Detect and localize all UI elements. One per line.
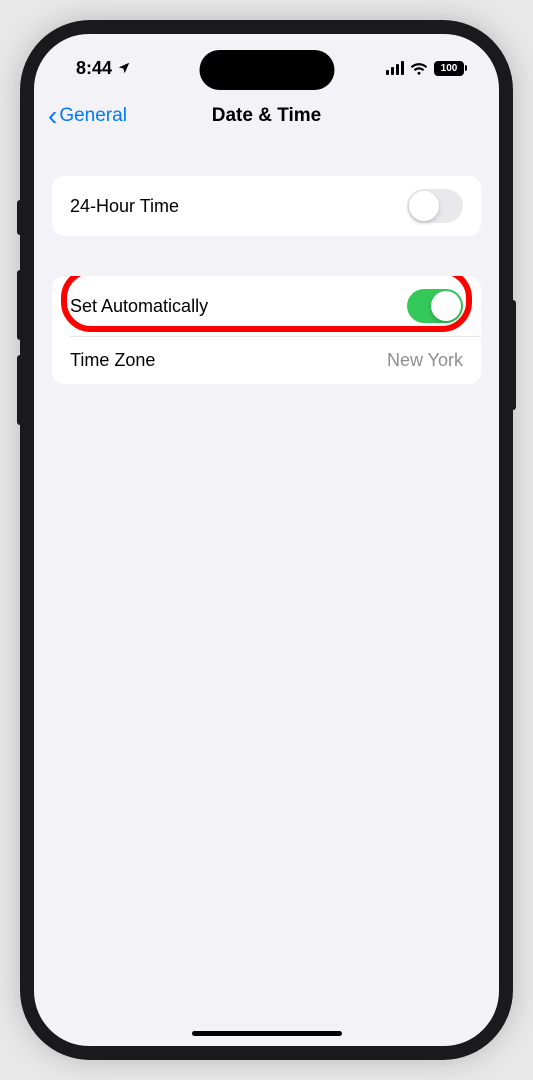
dynamic-island (199, 50, 334, 90)
toggle-knob (431, 291, 461, 321)
phone-frame: 8:44 100 (20, 20, 513, 1060)
status-left: 8:44 (76, 58, 131, 79)
power-button (512, 300, 516, 410)
volume-up-button (17, 270, 21, 340)
back-label: General (59, 105, 127, 127)
cellular-signal-icon (386, 61, 404, 75)
status-time: 8:44 (76, 58, 112, 79)
wifi-icon (410, 61, 428, 75)
row-24-hour-time[interactable]: 24-Hour Time (52, 176, 481, 236)
silent-switch (17, 200, 21, 235)
settings-group-2: Set Automatically Time Zone New York (52, 276, 481, 384)
battery-icon: 100 (434, 61, 467, 76)
row-set-automatically[interactable]: Set Automatically (52, 276, 481, 336)
status-right: 100 (386, 61, 467, 76)
row-label: Set Automatically (70, 296, 208, 317)
screen: 8:44 100 (34, 34, 499, 1046)
toggle-set-automatically[interactable] (407, 289, 463, 323)
row-label: Time Zone (70, 350, 155, 371)
row-label: 24-Hour Time (70, 196, 179, 217)
location-icon (117, 61, 131, 75)
settings-group-1: 24-Hour Time (52, 176, 481, 236)
row-value: New York (387, 350, 463, 371)
battery-level: 100 (441, 63, 458, 74)
page-title: Date & Time (212, 105, 321, 127)
navigation-bar: ‹ General Date & Time (34, 92, 499, 140)
chevron-left-icon: ‹ (48, 100, 57, 132)
row-time-zone[interactable]: Time Zone New York (70, 336, 481, 384)
toggle-knob (409, 191, 439, 221)
toggle-24-hour-time[interactable] (407, 189, 463, 223)
back-button[interactable]: ‹ General (48, 100, 127, 132)
home-indicator[interactable] (192, 1031, 342, 1036)
volume-down-button (17, 355, 21, 425)
